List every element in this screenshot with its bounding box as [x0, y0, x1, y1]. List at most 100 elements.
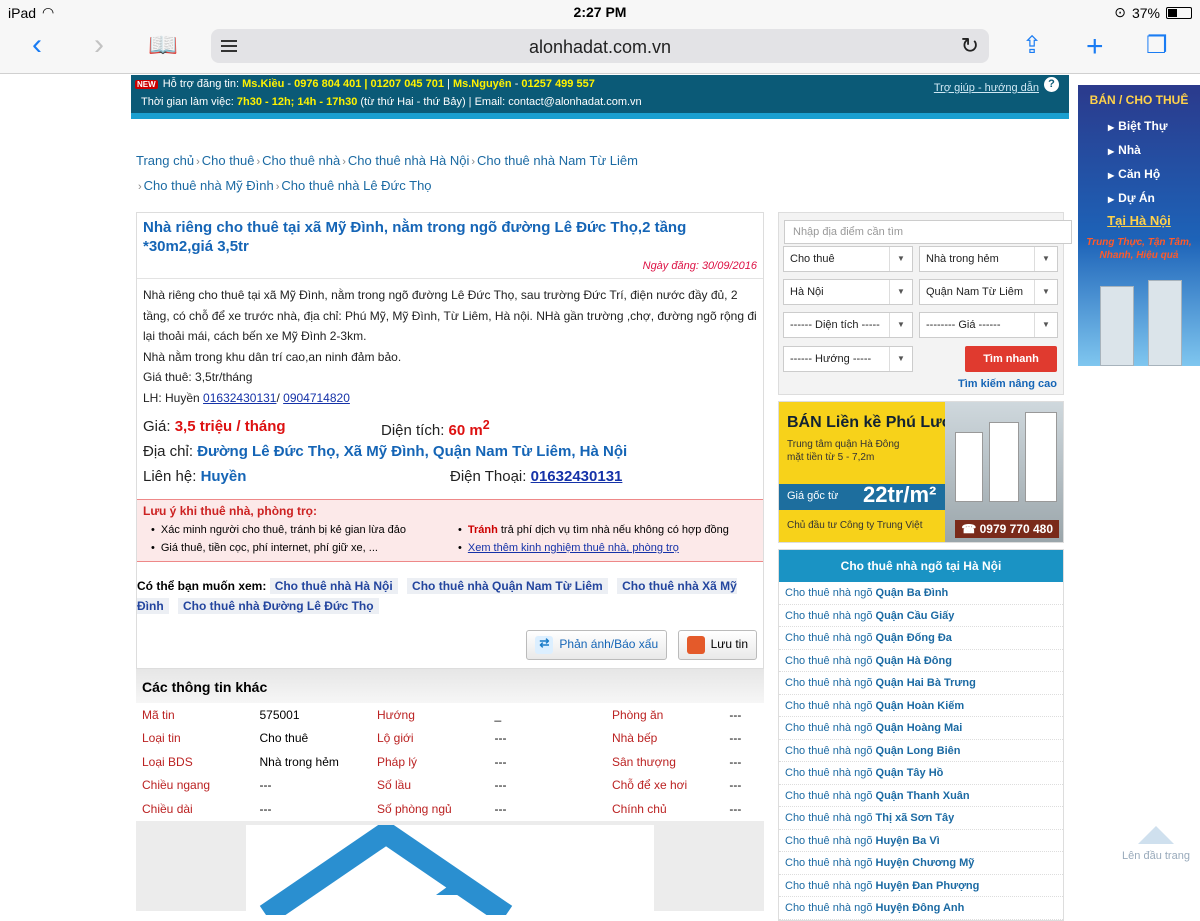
district-link[interactable]: Cho thuê nhà ngõ Quận Hai Bà Trưng — [779, 672, 1063, 695]
district-link-prefix: Cho thuê nhà ngõ — [785, 609, 873, 622]
new-tab-icon[interactable]: + — [1086, 32, 1104, 62]
battery-percent: 37% — [1131, 4, 1160, 21]
share-icon[interactable]: ⇪ — [1022, 34, 1042, 58]
ad-line: mặt tiền từ 5 - 7,2m — [787, 452, 875, 463]
ad-banner[interactable]: BÁN Liền kề Phú Lương Trung tâm quận Hà … — [778, 401, 1064, 543]
info-value: --- — [729, 801, 742, 816]
phone-link-2[interactable]: 0904714820 — [283, 391, 350, 405]
tabs-icon[interactable]: ❐ — [1146, 34, 1168, 58]
district-name: Huyện Đan Phượng — [875, 879, 980, 892]
ad-price-value: 22tr/m² — [863, 482, 937, 507]
web-page: NEW Hỗ trợ đăng tin: Ms.Kiều - 0976 804 … — [131, 75, 1072, 921]
district-name: Thị xã Sơn Tây — [875, 812, 955, 824]
quick-search-button[interactable]: Tìm nhanh — [965, 346, 1057, 372]
district-link[interactable]: Cho thuê nhà ngõ Quận Tây Hồ — [779, 762, 1063, 785]
info-key: Chính chủ — [611, 801, 667, 816]
rental-notice: Lưu ý khi thuê nhà, phòng trọ: Xác minh … — [137, 499, 763, 562]
refresh-arrows-icon: ⇄ — [535, 636, 554, 654]
experience-link[interactable]: Xem thêm kinh nghiệm thuê nhà, phòng trọ — [468, 542, 679, 554]
district-link[interactable]: Cho thuê nhà ngõ Quận Ba Đình — [779, 582, 1063, 605]
district-link-prefix: Cho thuê nhà ngõ — [785, 632, 873, 644]
save-button[interactable]: Lưu tin — [677, 630, 757, 660]
city-select[interactable]: Hà Nội — [783, 279, 913, 305]
breadcrumb-link[interactable]: Trang chủ — [136, 153, 194, 168]
banner-item: Căn Hộ — [1078, 163, 1200, 187]
district-link[interactable]: Cho thuê nhà ngõ Huyện Đông Anh — [779, 897, 1063, 920]
notice-avoid: Tránh — [467, 524, 498, 536]
district-link-prefix: Cho thuê nhà ngõ — [785, 677, 873, 689]
district-link-prefix: Cho thuê nhà ngõ — [785, 722, 873, 734]
info-key: Chiều dài — [142, 801, 193, 816]
support-name-2: Ms.Nguyên — [452, 78, 512, 90]
notice-item: Xác minh người cho thuê, tránh bị kẻ gia… — [143, 521, 450, 539]
suggestion-tag[interactable]: Cho thuê nhà Đường Lê Đức Thọ — [178, 598, 379, 614]
district-name: Huyện Ba Vì — [875, 834, 940, 847]
info-value: --- — [729, 731, 742, 746]
address-bar[interactable]: alonhadat.com.vn ↻ — [211, 29, 989, 63]
info-value: Cho thuê — [259, 731, 309, 746]
support-bar: NEW Hỗ trợ đăng tin: Ms.Kiều - 0976 804 … — [131, 75, 1069, 119]
district-link[interactable]: Cho thuê nhà ngõ Huyện Ba Vì — [779, 830, 1063, 852]
district-link[interactable]: Cho thuê nhà ngõ Quận Hà Đông — [779, 650, 1063, 672]
report-button[interactable]: ⇄ Phản ánh/Báo xấu — [526, 630, 668, 660]
bookmarks-icon[interactable]: 📖 — [148, 34, 178, 58]
district-link[interactable]: Cho thuê nhà ngõ Quận Thanh Xuân — [779, 785, 1063, 807]
type-select[interactable]: Cho thuê — [783, 246, 913, 272]
forward-icon[interactable]: › — [94, 30, 104, 60]
location-search-input[interactable]: Nhập địa điểm cần tìm — [784, 220, 1072, 244]
breadcrumb-link[interactable]: Cho thuê — [202, 153, 255, 168]
breadcrumb-link[interactable]: Cho thuê nhà — [262, 153, 340, 168]
tel-label: Điện Thoại: — [450, 468, 527, 485]
reload-icon[interactable]: ↻ — [961, 33, 979, 59]
direction-select[interactable]: ------ Hướng ----- — [783, 346, 913, 372]
breadcrumb-link[interactable]: Cho thuê nhà Lê Đức Thọ — [281, 178, 431, 193]
info-key: Loại tin — [142, 731, 181, 746]
info-key: Phòng ăn — [611, 707, 664, 722]
district-link[interactable]: Cho thuê nhà ngõ Quận Hoàng Mai — [779, 717, 1063, 740]
advanced-search-link[interactable]: Tìm kiếm nâng cao — [958, 378, 1057, 390]
back-icon[interactable]: ‹ — [32, 30, 42, 60]
listing-main: Nhà riêng cho thuê tại xã Mỹ Đình, nằm t… — [136, 212, 764, 915]
save-label: Lưu tin — [710, 637, 748, 652]
listing-image[interactable] — [246, 824, 654, 915]
phone-link-1[interactable]: 01632430131 — [203, 391, 276, 405]
district-link[interactable]: Cho thuê nhà ngõ Quận Long Biên — [779, 740, 1063, 762]
sidebar: Nhập địa điểm cần tìm Cho thuê Nhà trong… — [778, 212, 1072, 921]
quick-search: Nhập địa điểm cần tìm Cho thuê Nhà trong… — [778, 212, 1072, 395]
price-select[interactable]: -------- Giá ------ — [919, 312, 1058, 338]
back-to-top[interactable]: Lên đầu trang — [1120, 826, 1192, 862]
area-select[interactable]: ------ Diện tích ----- — [783, 312, 913, 338]
breadcrumb-link[interactable]: Cho thuê nhà Mỹ Đình — [144, 178, 274, 193]
district-link[interactable]: Cho thuê nhà ngõ Huyện Đan Phượng — [779, 875, 1063, 897]
district-link-prefix: Cho thuê nhà ngõ — [785, 587, 873, 599]
help-icon[interactable]: ? — [1044, 77, 1059, 92]
district-link-prefix: Cho thuê nhà ngõ — [785, 879, 873, 892]
district-link[interactable]: Cho thuê nhà ngõ Thị xã Sơn Tây — [779, 807, 1063, 830]
breadcrumb-link[interactable]: Cho thuê nhà Hà Nội — [348, 153, 469, 168]
breadcrumb-link[interactable]: Cho thuê nhà Nam Từ Liêm — [477, 153, 638, 168]
side-banner[interactable]: BÁN / CHO THUÊ Biệt ThựNhàCăn HộDự Án Tạ… — [1078, 85, 1200, 366]
district-link[interactable]: Cho thuê nhà ngõ Huyện Chương Mỹ — [779, 852, 1063, 875]
district-link-prefix: Cho thuê nhà ngõ — [785, 857, 873, 869]
desc-paragraph: Nhà nằm trong khu dân trí cao,an ninh đả… — [143, 349, 402, 364]
district-name: Huyện Chương Mỹ — [875, 857, 975, 869]
district-select[interactable]: Quận Nam Từ Liêm — [919, 279, 1058, 305]
help-link[interactable]: Trợ giúp - hướng dẫn — [934, 82, 1039, 94]
kind-select[interactable]: Nhà trong hẻm — [919, 246, 1058, 272]
ad-line: Trung tâm quận Hà Đông — [787, 439, 900, 450]
info-value: --- — [494, 801, 507, 816]
district-link-prefix: Cho thuê nhà ngõ — [785, 699, 873, 712]
district-name: Quận Ba Đình — [875, 587, 949, 599]
tel-link[interactable]: 01632430131 — [531, 468, 623, 485]
area-unit-sup: 2 — [482, 418, 490, 432]
banner-slogan: Trung Thực, Tận Tâm, Nhanh, Hiệu quả — [1078, 236, 1200, 262]
district-link[interactable]: Cho thuê nhà ngõ Quận Cầu Giấy — [779, 605, 1063, 627]
suggestion-tag[interactable]: Cho thuê nhà Quận Nam Từ Liêm — [407, 578, 608, 594]
battery-icon — [1166, 6, 1192, 19]
suggestion-tag[interactable]: Cho thuê nhà Hà Nội — [269, 578, 398, 594]
status-bar: iPad ◠ 2:27 PM ⊙ 37% — [0, 0, 1200, 24]
district-link[interactable]: Cho thuê nhà ngõ Quận Đống Đa — [779, 627, 1063, 650]
info-key: Mã tin — [142, 707, 175, 722]
listing-title: Nhà riêng cho thuê tại xã Mỹ Đình, nằm t… — [143, 219, 687, 255]
district-link[interactable]: Cho thuê nhà ngõ Quận Hoàn Kiếm — [779, 695, 1063, 717]
